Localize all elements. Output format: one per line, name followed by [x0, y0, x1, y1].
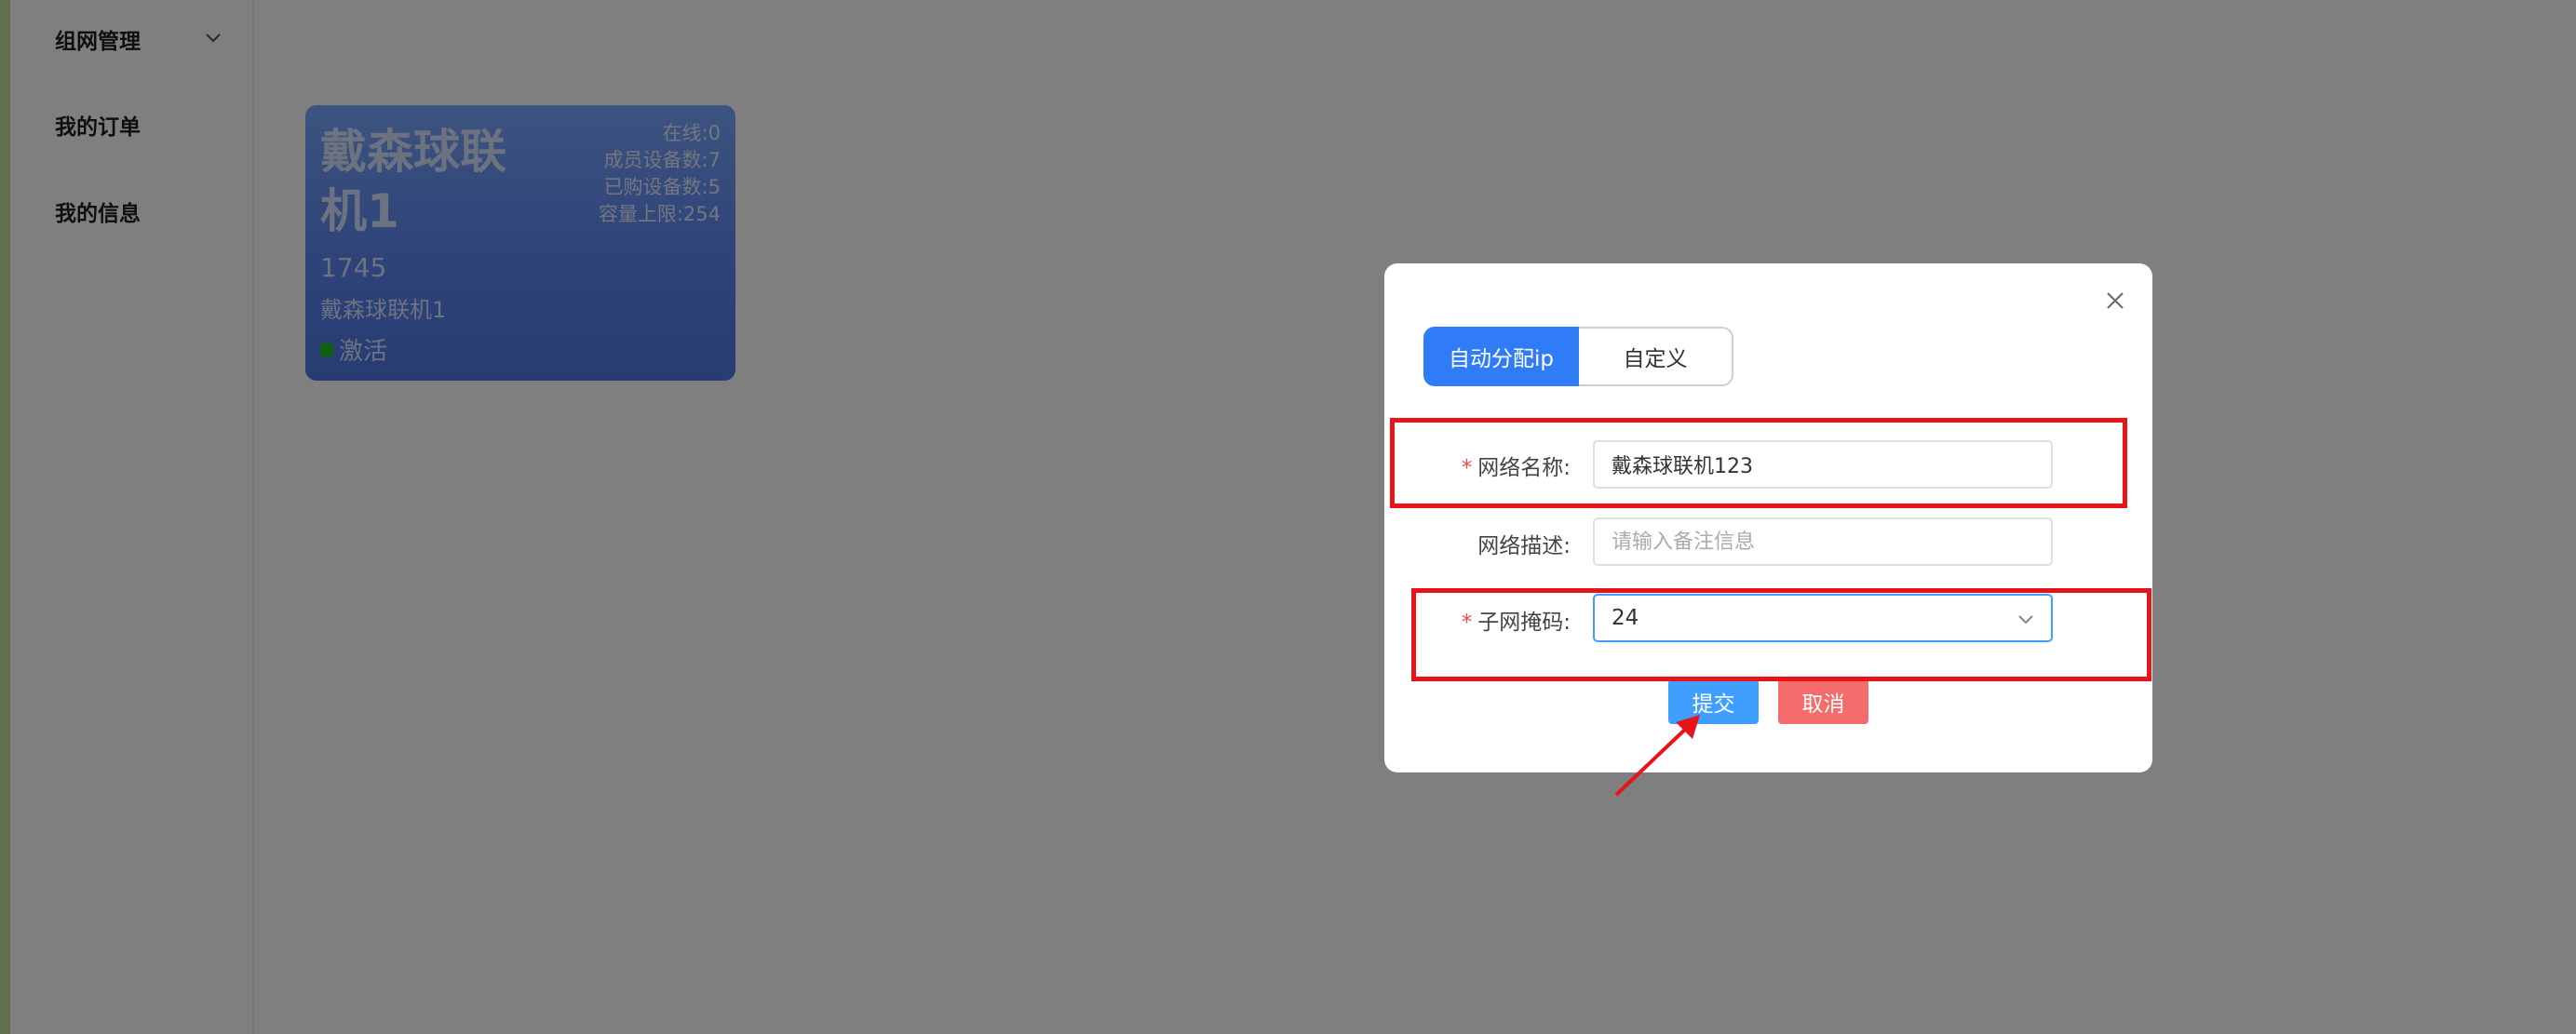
app-page: 组网管理 我的订单 我的信息 戴森球联机1 在线:0 成员设备数:7 已购设备数…: [0, 0, 2576, 1034]
network-desc-label-text: 网络描述:: [1477, 534, 1571, 558]
annotation-box-subnet-mask: [1411, 588, 2151, 681]
close-icon[interactable]: [2101, 287, 2129, 315]
annotation-arrow-icon: [1614, 715, 1700, 797]
ip-mode-tabs: 自动分配ip 自定义: [1423, 327, 1733, 386]
annotation-box-network-name: [1390, 418, 2127, 508]
network-desc-label: 网络描述:: [1384, 528, 1571, 559]
create-network-dialog: 自动分配ip 自定义 *网络名称: 网络描述: *子网掩码: 24 提交 取消: [1384, 263, 2152, 772]
tab-custom[interactable]: 自定义: [1579, 327, 1733, 386]
cancel-button[interactable]: 取消: [1778, 679, 1868, 724]
network-desc-input[interactable]: [1593, 517, 2053, 566]
modal-overlay[interactable]: [0, 0, 2576, 1034]
tab-auto-ip[interactable]: 自动分配ip: [1423, 327, 1579, 386]
